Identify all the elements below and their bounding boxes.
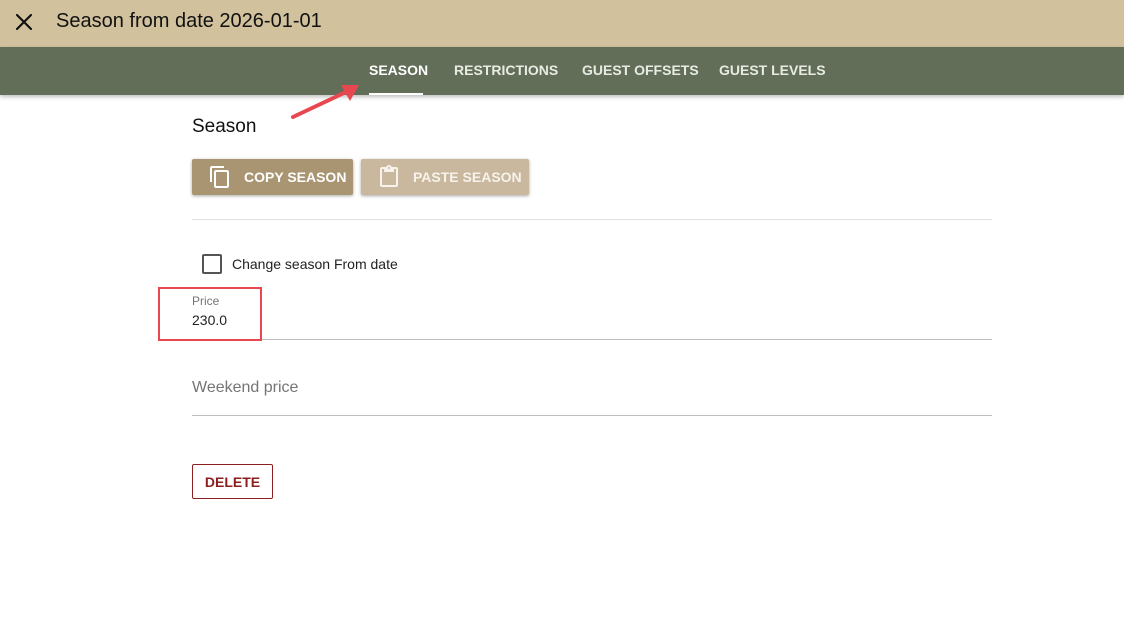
weekend-price-field[interactable]: Weekend price xyxy=(192,370,992,416)
clipboard-icon xyxy=(377,165,401,189)
dialog-titlebar: Season from date 2026-01-01 xyxy=(0,0,1124,47)
paste-season-button[interactable]: PASTE SEASON xyxy=(361,159,529,195)
tab-label: SEASON xyxy=(369,62,429,78)
checkbox-label: Change season From date xyxy=(232,256,398,272)
change-from-date-row: Change season From date xyxy=(202,254,398,274)
copy-icon xyxy=(208,165,232,189)
annotation-arrow-icon xyxy=(291,85,359,119)
tab-restrictions[interactable]: RESTRICTIONS xyxy=(454,47,558,95)
dialog-title: Season from date 2026-01-01 xyxy=(56,10,322,32)
tab-guest-offsets[interactable]: GUEST OFFSETS xyxy=(582,47,699,95)
price-field[interactable]: Price 230.0 xyxy=(192,290,992,340)
copy-season-label: COPY SEASON xyxy=(244,169,347,185)
close-icon xyxy=(15,13,33,31)
tab-bar: SEASON RESTRICTIONS GUEST OFFSETS GUEST … xyxy=(0,47,1124,95)
change-from-date-checkbox[interactable] xyxy=(202,254,222,274)
paste-season-label: PASTE SEASON xyxy=(413,169,522,185)
price-value: 230.0 xyxy=(192,312,228,328)
section-title: Season xyxy=(192,116,257,137)
tab-label: GUEST OFFSETS xyxy=(582,62,699,78)
tab-guest-levels[interactable]: GUEST LEVELS xyxy=(719,47,826,95)
weekend-price-placeholder: Weekend price xyxy=(192,379,299,396)
price-label: Price xyxy=(192,294,220,308)
copy-season-button[interactable]: COPY SEASON xyxy=(192,159,353,195)
tab-season[interactable]: SEASON xyxy=(369,47,428,95)
section-divider xyxy=(192,219,992,220)
active-tab-indicator xyxy=(369,93,423,95)
tab-label: GUEST LEVELS xyxy=(719,62,826,78)
tab-label: RESTRICTIONS xyxy=(454,62,559,78)
delete-button[interactable]: DELETE xyxy=(192,464,273,499)
close-button[interactable] xyxy=(10,8,38,36)
